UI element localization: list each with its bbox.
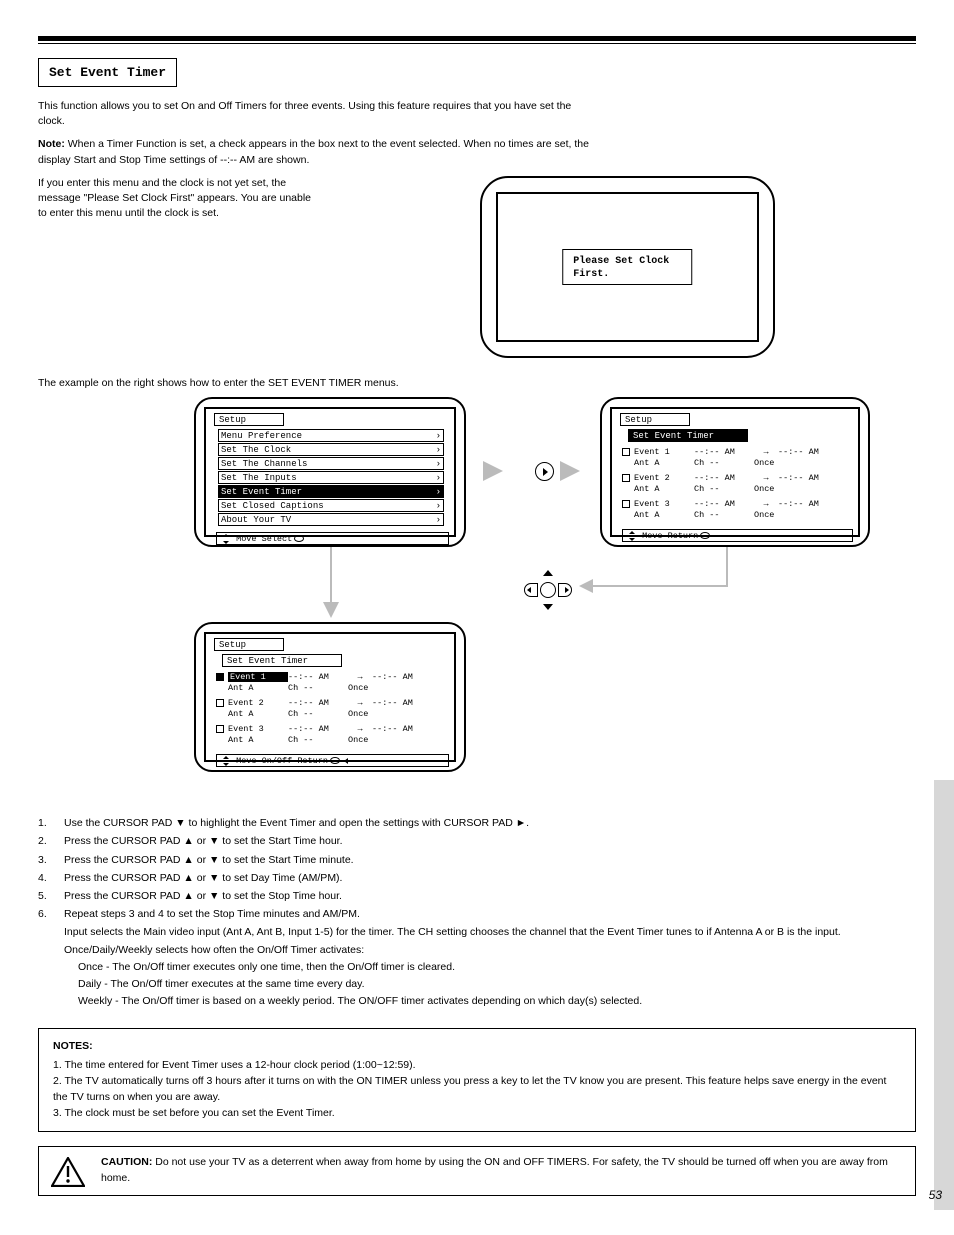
caution-box: CAUTION: Do not use your TV as a deterre… <box>38 1146 916 1196</box>
note-text: Note: When a Timer Function is set, a ch… <box>38 137 598 167</box>
chevron-right-icon: › <box>436 514 441 526</box>
arrow-right-icon: → <box>754 473 778 483</box>
step-text: Press the CURSOR PAD ▲ or ▼ to set Day T… <box>64 871 916 886</box>
event-row: Event 3--:-- AM→--:-- AM <box>622 497 850 510</box>
step-text: Repeat steps 3 and 4 to set the Stop Tim… <box>64 907 916 922</box>
flow-arrow-icon <box>579 579 593 593</box>
cursor-right-button-icon <box>535 462 554 481</box>
step-number: 5. <box>38 889 64 904</box>
osd-event-edit: Setup Set Event Timer Event 1--:-- AM→--… <box>194 622 466 772</box>
chevron-right-icon: › <box>436 500 441 512</box>
clock-warning-block: If you enter this menu and the clock is … <box>38 176 916 358</box>
rule-thin <box>38 43 916 44</box>
menu-item: Menu Preference› <box>218 429 444 442</box>
arrow-right-icon: → <box>754 499 778 509</box>
notes-title: NOTES: <box>53 1039 901 1055</box>
page-sidebar-tab <box>934 780 954 1210</box>
clock-msg: Please Set Clock First. <box>573 256 669 280</box>
notes-item: 3. The clock must be set before you can … <box>53 1106 901 1122</box>
instructions-lead: The example on the right shows how to en… <box>38 376 916 391</box>
tab-setup: Setup <box>214 638 284 651</box>
flow-arrow-icon <box>560 461 580 481</box>
event-table: Event 1--:-- AM→--:-- AM Ant ACh --Once … <box>622 445 850 523</box>
flow-arrow-icon <box>483 461 503 481</box>
tab-event-timer: Set Event Timer <box>628 429 748 442</box>
flow-arrow-icon <box>323 602 339 618</box>
clock-msg-box: Please Set Clock First. <box>562 249 692 285</box>
menu-item: Set The Clock› <box>218 443 444 456</box>
help-bar: Move Select <box>216 532 449 545</box>
connector-line <box>330 547 332 607</box>
note-prefix: Note: <box>38 138 65 150</box>
event-row: Event 2--:-- AM→--:-- AM <box>216 696 446 709</box>
chevron-right-icon: › <box>436 458 441 470</box>
step-text: Use the CURSOR PAD ▼ to highlight the Ev… <box>64 816 916 831</box>
chevron-right-icon: › <box>436 472 441 484</box>
notes-box: NOTES: 1. The time entered for Event Tim… <box>38 1028 916 1133</box>
tab-setup: Setup <box>214 413 284 426</box>
osd-diagram: Setup Menu Preference› Set The Clock› Se… <box>116 397 916 807</box>
osd-event-list: Setup Set Event Timer Event 1--:-- AM→--… <box>600 397 870 547</box>
step-option: Daily - The On/Off timer executes at the… <box>78 977 916 992</box>
menu-item: Set The Channels› <box>218 457 444 470</box>
cursor-dpad-icon <box>518 570 578 610</box>
tab-event-timer: Set Event Timer <box>222 654 342 667</box>
notes-item: 1. The time entered for Event Timer uses… <box>53 1058 901 1074</box>
arrow-right-icon: → <box>348 698 372 708</box>
chevron-right-icon: › <box>436 444 441 456</box>
connector-line <box>586 585 728 587</box>
step-number: 6. <box>38 907 64 922</box>
warning-icon <box>51 1157 91 1187</box>
step-text: Press the CURSOR PAD ▲ or ▼ to set the S… <box>64 889 916 904</box>
step-number: 3. <box>38 853 64 868</box>
osd-setup-menu: Setup Menu Preference› Set The Clock› Se… <box>194 397 466 547</box>
step-sub: Once/Daily/Weekly selects how often the … <box>64 943 916 958</box>
osd-tab: Setup <box>210 413 450 427</box>
rule-thick <box>38 36 916 41</box>
help-bar: Move Return <box>622 529 853 542</box>
step-option: Weekly - The On/Off timer is based on a … <box>78 994 916 1009</box>
note-body: When a Timer Function is set, a check ap… <box>38 138 589 165</box>
chevron-right-icon: › <box>436 430 441 442</box>
help-bar: Move On/Off Return <box>216 754 449 767</box>
step-text: Press the CURSOR PAD ▲ or ▼ to set the S… <box>64 834 916 849</box>
step-number: 1. <box>38 816 64 831</box>
step-sub: Input selects the Main video input (Ant … <box>64 925 916 940</box>
section-title-box: Set Event Timer <box>38 58 177 87</box>
chevron-right-icon: › <box>436 486 441 498</box>
menu-item: About Your TV› <box>218 513 444 526</box>
step-number: 4. <box>38 871 64 886</box>
step-number: 2. <box>38 834 64 849</box>
event-table: Event 1--:-- AM→--:-- AM Ant ACh --Once … <box>216 670 446 748</box>
arrow-right-icon: → <box>348 724 372 734</box>
caution-title: CAUTION: <box>101 1156 152 1168</box>
caution-text: Do not use your TV as a deterrent when a… <box>101 1156 888 1184</box>
intro-text: This function allows you to set On and O… <box>38 99 598 129</box>
connector-line <box>726 547 728 587</box>
step-text: Press the CURSOR PAD ▲ or ▼ to set the S… <box>64 853 916 868</box>
event-row: Event 2--:-- AM→--:-- AM <box>622 471 850 484</box>
arrow-right-icon: → <box>754 447 778 457</box>
steps: 1.Use the CURSOR PAD ▼ to highlight the … <box>38 816 916 1009</box>
menu-item: Set The Inputs› <box>218 471 444 484</box>
event-row-selected: Event 1--:-- AM→--:-- AM <box>216 670 446 683</box>
notes-item: 2. The TV automatically turns off 3 hour… <box>53 1074 901 1106</box>
page-number: 53 <box>929 1188 942 1202</box>
tv-outline: Please Set Clock First. <box>480 176 775 358</box>
section-title: Set Event Timer <box>49 65 166 80</box>
tv-screen: Please Set Clock First. <box>496 192 759 342</box>
event-row: Event 3--:-- AM→--:-- AM <box>216 722 446 735</box>
clock-warning-text: If you enter this menu and the clock is … <box>38 176 320 222</box>
menu-item-selected: Set Event Timer› <box>218 485 444 498</box>
tab-setup: Setup <box>620 413 690 426</box>
event-row: Event 1--:-- AM→--:-- AM <box>622 445 850 458</box>
step-option: Once - The On/Off timer executes only on… <box>78 960 916 975</box>
arrow-right-icon: → <box>348 672 372 682</box>
menu-item: Set Closed Captions› <box>218 499 444 512</box>
